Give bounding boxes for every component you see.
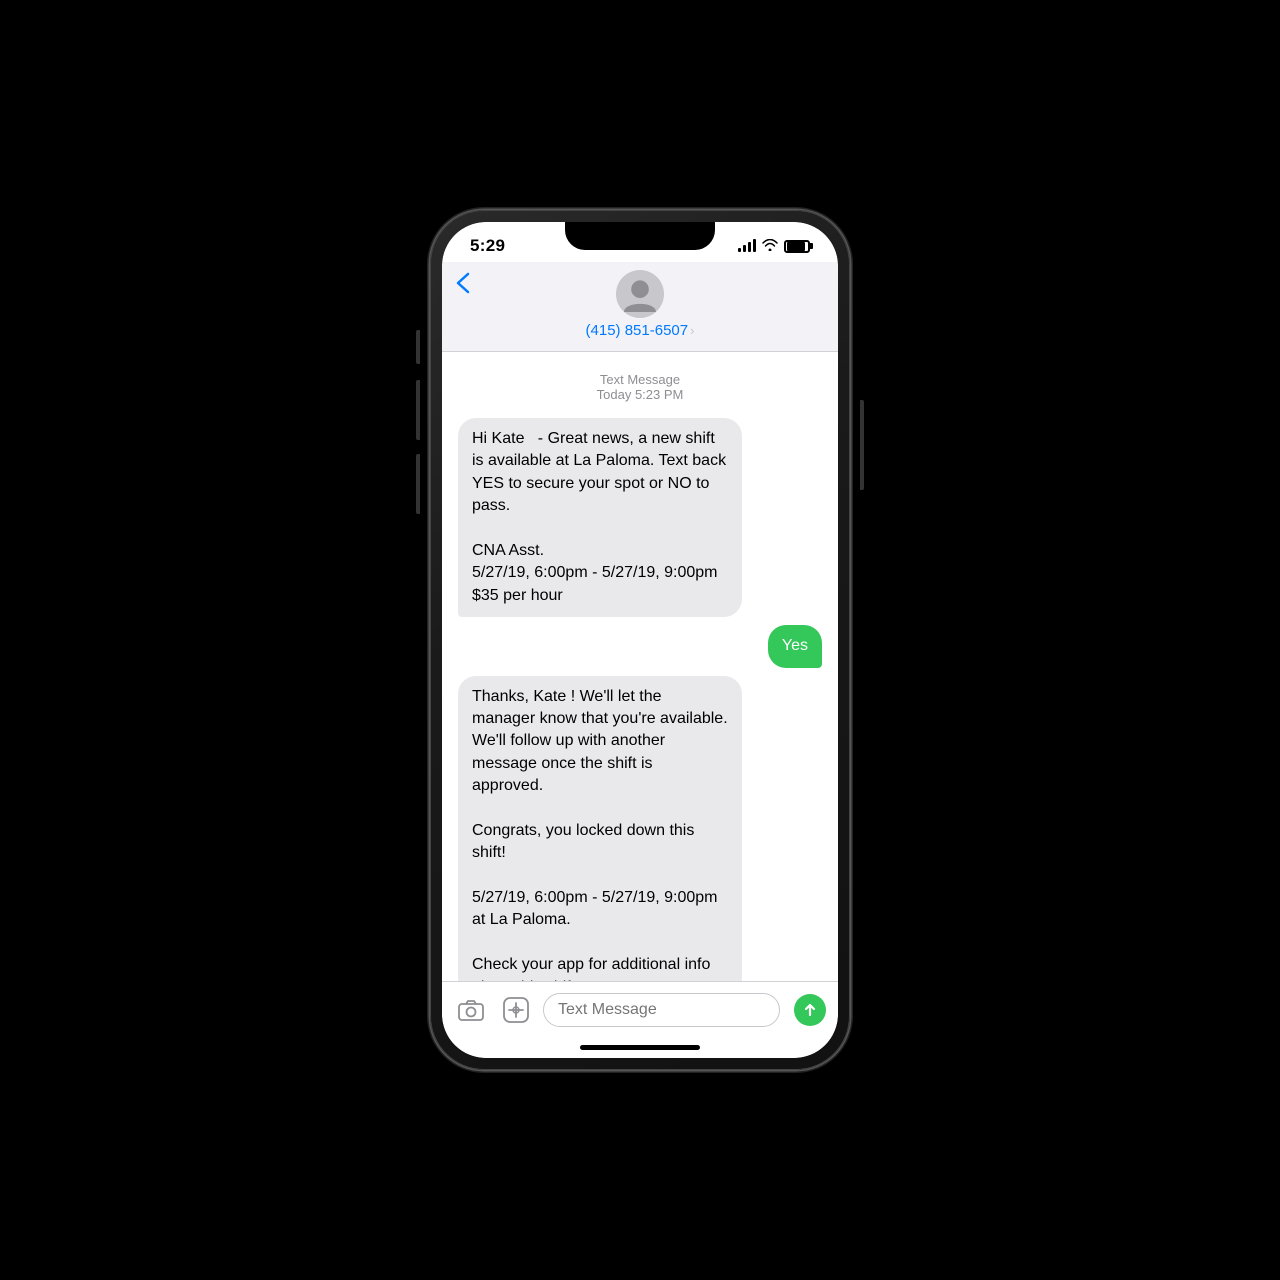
notch <box>565 222 715 250</box>
volume-down-button[interactable] <box>416 454 420 514</box>
status-icons <box>738 239 810 254</box>
message-time-label: Today 5:23 PM <box>458 387 822 402</box>
phone-screen: 5:29 <box>442 222 838 1058</box>
power-button[interactable] <box>860 400 864 490</box>
avatar-icon <box>620 274 660 314</box>
message-row: Yes <box>458 625 822 667</box>
contact-avatar[interactable] <box>616 270 664 318</box>
signal-icon <box>738 240 756 252</box>
message-input[interactable] <box>558 1001 765 1019</box>
outgoing-bubble: Yes <box>768 625 822 667</box>
bubble-text: Thanks, Kate ! We'll let the manager kno… <box>472 688 728 981</box>
battery-icon <box>784 240 810 253</box>
appstore-icon <box>502 996 530 1024</box>
message-row: Hi Kate - Great news, a new shift is ava… <box>458 418 822 617</box>
volume-up-button[interactable] <box>416 380 420 440</box>
camera-icon <box>457 996 485 1024</box>
camera-button[interactable] <box>454 992 489 1028</box>
home-indicator[interactable] <box>580 1045 700 1050</box>
message-area: Text Message Today 5:23 PM Hi Kate - Gre… <box>442 352 838 981</box>
contact-number[interactable]: (415) 851-6507 › <box>586 322 695 339</box>
bubble-text: Yes <box>782 637 808 654</box>
message-meta: Text Message Today 5:23 PM <box>458 372 822 402</box>
bubble-text: Hi Kate - Great news, a new shift is ava… <box>472 430 726 604</box>
message-input-wrap[interactable] <box>543 993 780 1027</box>
incoming-bubble: Thanks, Kate ! We'll let the manager kno… <box>458 676 742 981</box>
back-button[interactable] <box>456 272 470 294</box>
screen-content: 5:29 <box>442 222 838 1058</box>
appstore-button[interactable] <box>499 992 534 1028</box>
status-bar: 5:29 <box>442 222 838 262</box>
send-button[interactable] <box>794 994 826 1026</box>
nav-header: (415) 851-6507 › <box>442 262 838 352</box>
mute-button[interactable] <box>416 330 420 364</box>
wifi-icon <box>762 239 778 254</box>
incoming-bubble: Hi Kate - Great news, a new shift is ava… <box>458 418 742 617</box>
send-icon <box>802 1002 818 1018</box>
contact-chevron-icon: › <box>690 323 694 338</box>
message-type-label: Text Message <box>458 372 822 387</box>
message-row: Thanks, Kate ! We'll let the manager kno… <box>458 676 822 981</box>
status-time: 5:29 <box>470 236 505 256</box>
phone-device: 5:29 <box>430 210 850 1070</box>
